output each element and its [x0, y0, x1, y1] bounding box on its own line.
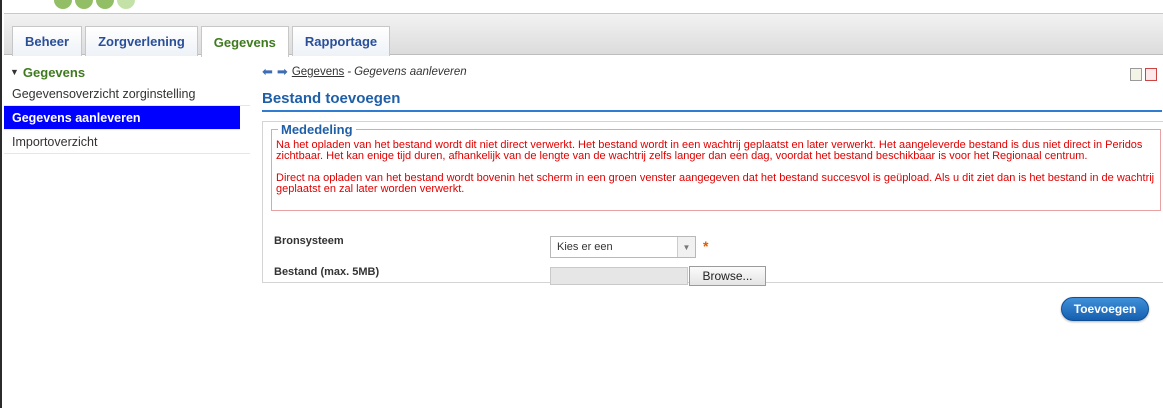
breadcrumb-link-gegevens[interactable]: Gegevens [292, 66, 344, 78]
file-path-field[interactable] [550, 267, 688, 285]
breadcrumb-separator: - [347, 66, 352, 78]
bronsysteem-label: Bronsysteem [274, 235, 344, 247]
sidebar-item-gegevensoverzicht[interactable]: Gegevensoverzicht zorginstelling [4, 82, 250, 106]
logo-mark [117, 0, 135, 9]
toevoegen-button[interactable]: Toevoegen [1061, 297, 1149, 321]
main-content: ⬅ ➡ Gegevens - Gegevens aanleveren Besta… [262, 62, 1163, 321]
forward-arrow-icon[interactable]: ➡ [277, 64, 288, 80]
logo-mark [96, 0, 114, 9]
logo [54, 0, 135, 12]
print-icon[interactable] [1130, 68, 1142, 81]
bronsysteem-select[interactable]: Kies er een ▼ [550, 236, 696, 258]
bestand-label: Bestand (max. 5MB) [274, 266, 380, 278]
page-tools [1130, 68, 1157, 81]
pdf-icon[interactable] [1145, 68, 1157, 81]
notice-box: Mededeling Na het opladen van het bestan… [271, 122, 1161, 211]
sidebar: ▼ Gegevens Gegevensoverzicht zorginstell… [4, 62, 250, 162]
breadcrumb-current: Gegevens aanleveren [354, 66, 467, 78]
notice-legend: Mededeling [278, 122, 356, 137]
page-title: Bestand toevoegen [262, 90, 1162, 112]
breadcrumb: ⬅ ➡ Gegevens - Gegevens aanleveren [262, 62, 1163, 82]
notice-paragraph-1: Na het opladen van het bestand wordt dit… [276, 139, 1143, 162]
sidebar-section-label: Gegevens [22, 64, 86, 80]
required-marker: * [703, 238, 709, 254]
upload-panel: Mededeling Na het opladen van het bestan… [262, 121, 1163, 321]
notice-text: Na het opladen van het bestand wordt dit… [276, 140, 1156, 195]
notice-paragraph-2: Direct na opladen van het bestand wordt … [276, 172, 1155, 195]
bronsysteem-selected-value: Kies er een [557, 241, 613, 253]
logo-mark [75, 0, 93, 9]
app-frame: Beheer Zorgverlening Gegevens Rapportage… [0, 0, 1163, 408]
back-arrow-icon[interactable]: ⬅ [262, 64, 273, 80]
browse-button[interactable]: Browse... [689, 266, 766, 286]
tab-gegevens[interactable]: Gegevens [200, 26, 289, 57]
logo-mark [54, 0, 72, 9]
tab-rapportage[interactable]: Rapportage [291, 26, 391, 56]
tab-zorgverlening[interactable]: Zorgverlening [85, 26, 198, 56]
sidebar-item-importoverzicht[interactable]: Importoverzicht [4, 130, 250, 154]
main-tab-bar: Beheer Zorgverlening Gegevens Rapportage [4, 13, 1163, 57]
sidebar-section-header[interactable]: ▼ Gegevens [4, 62, 250, 82]
tabs: Beheer Zorgverlening Gegevens Rapportage [12, 26, 391, 57]
collapse-triangle-icon: ▼ [10, 67, 19, 77]
sidebar-item-gegevens-aanleveren[interactable]: Gegevens aanleveren [4, 106, 240, 130]
tab-beheer[interactable]: Beheer [12, 26, 83, 56]
chevron-down-icon[interactable]: ▼ [677, 237, 695, 257]
